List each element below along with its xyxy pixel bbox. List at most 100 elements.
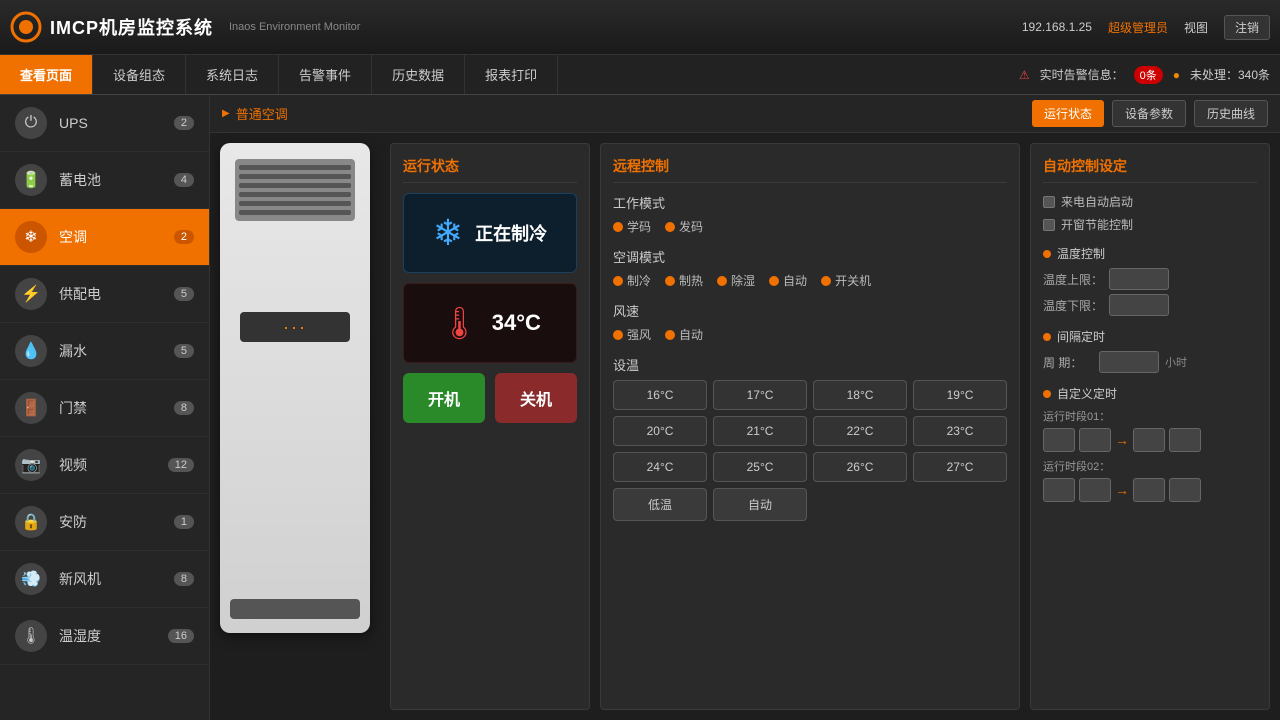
alert-label: 实时告警信息： bbox=[1040, 66, 1124, 83]
sidebar-item-fan[interactable]: 💨 新风机 8 bbox=[0, 551, 209, 608]
period01-m1[interactable] bbox=[1079, 428, 1111, 452]
work-mode-section: 工作模式 学码 发码 bbox=[613, 193, 1007, 235]
ac-mode-4[interactable]: 开关机 bbox=[821, 272, 871, 289]
snowflake-icon: ❄ bbox=[433, 212, 463, 254]
history-curve-button[interactable]: 历史曲线 bbox=[1194, 100, 1268, 127]
temp-btn-18[interactable]: 18°C bbox=[813, 380, 907, 410]
r3 bbox=[769, 276, 779, 286]
wind-label-1: 自动 bbox=[679, 326, 703, 343]
period02-h2[interactable] bbox=[1133, 478, 1165, 502]
r1 bbox=[665, 276, 675, 286]
temp-btn-21[interactable]: 21°C bbox=[713, 416, 807, 446]
period02-m1[interactable] bbox=[1079, 478, 1111, 502]
arrow-icon-2: → bbox=[1115, 482, 1129, 498]
sidebar-item-temp[interactable]: 🌡 温湿度 16 bbox=[0, 608, 209, 665]
wind-option-0[interactable]: 强风 bbox=[613, 326, 651, 343]
period02-m2[interactable] bbox=[1169, 478, 1201, 502]
sidebar-item-water[interactable]: 💧 漏水 5 bbox=[0, 323, 209, 380]
nav-item-alarm[interactable]: 告警事件 bbox=[279, 55, 372, 94]
temp-icon: 🌡 bbox=[15, 620, 47, 652]
device-params-button[interactable]: 设备参数 bbox=[1112, 100, 1186, 127]
logo-area: IMCP机房监控系统 Inaos Environment Monitor bbox=[10, 11, 360, 43]
work-mode-option-0[interactable]: 学码 bbox=[613, 218, 651, 235]
temp-btn-23[interactable]: 23°C bbox=[913, 416, 1007, 446]
alert-count: 0条 bbox=[1134, 66, 1163, 84]
nav-item-report[interactable]: 报表打印 bbox=[465, 55, 558, 94]
ac-mode-3[interactable]: 自动 bbox=[769, 272, 807, 289]
temp-status-box: 🌡 34°C bbox=[403, 283, 577, 363]
temp-btn-25[interactable]: 25°C bbox=[713, 452, 807, 482]
temp-upper-input[interactable] bbox=[1109, 268, 1169, 290]
period01-label: 运行时段01： bbox=[1043, 408, 1257, 424]
timer-period-input[interactable] bbox=[1099, 351, 1159, 373]
sidebar-item-security[interactable]: 🔒 安防 1 bbox=[0, 494, 209, 551]
temp-btn-low[interactable]: 低温 bbox=[613, 488, 707, 521]
user-display[interactable]: 超级管理员 bbox=[1108, 19, 1168, 36]
logout-button[interactable]: 注销 bbox=[1224, 15, 1270, 40]
temp-btn-27[interactable]: 27°C bbox=[913, 452, 1007, 482]
sidebar-count-ac: 2 bbox=[174, 230, 194, 244]
temp-btn-19[interactable]: 19°C bbox=[913, 380, 1007, 410]
temp-btn-17[interactable]: 17°C bbox=[713, 380, 807, 410]
temp-control-label: 温度控制 bbox=[1057, 245, 1105, 262]
period01-m2[interactable] bbox=[1169, 428, 1201, 452]
temp-btn-26[interactable]: 26°C bbox=[813, 452, 907, 482]
sidebar-item-door[interactable]: 🚪 门禁 8 bbox=[0, 380, 209, 437]
temp-btn-auto[interactable]: 自动 bbox=[713, 488, 807, 521]
run-status-button[interactable]: 运行状态 bbox=[1032, 100, 1104, 127]
ac-visual: ··· bbox=[220, 143, 380, 710]
app-title: IMCP机房监控系统 bbox=[50, 14, 213, 40]
vent-line-4 bbox=[239, 192, 351, 197]
checkbox-window-energy[interactable]: 开窗节能控制 bbox=[1043, 216, 1257, 233]
ac-mode-1[interactable]: 制热 bbox=[665, 272, 703, 289]
temp-control-section: 温度控制 温度上限： 温度下限： bbox=[1043, 245, 1257, 316]
content: 普通空调 运行状态 设备参数 历史曲线 bbox=[210, 95, 1280, 720]
nav-item-device[interactable]: 设备组态 bbox=[93, 55, 186, 94]
ac-display-text: ··· bbox=[283, 317, 307, 338]
app-subtitle: Inaos Environment Monitor bbox=[229, 21, 360, 33]
temp-lower-row: 温度下限： bbox=[1043, 294, 1257, 316]
sidebar-item-ups[interactable]: ⏻ UPS 2 bbox=[0, 95, 209, 152]
temp-lower-label: 温度下限： bbox=[1043, 297, 1103, 314]
temp-upper-label: 温度上限： bbox=[1043, 271, 1103, 288]
power-on-button[interactable]: 开机 bbox=[403, 373, 485, 423]
temp-lower-input[interactable] bbox=[1109, 294, 1169, 316]
wind-option-1[interactable]: 自动 bbox=[665, 326, 703, 343]
sidebar-item-battery[interactable]: 🔋 蓄电池 4 bbox=[0, 152, 209, 209]
temp-btn-24[interactable]: 24°C bbox=[613, 452, 707, 482]
sidebar-item-video[interactable]: 📷 视频 12 bbox=[0, 437, 209, 494]
sidebar: ⏻ UPS 2 🔋 蓄电池 4 ❄ 空调 2 ⚡ 供配电 5 💧 漏水 5 🚪 … bbox=[0, 95, 210, 720]
period01-h1[interactable] bbox=[1043, 428, 1075, 452]
temp-btn-20[interactable]: 20°C bbox=[613, 416, 707, 446]
version-display[interactable]: 视图 bbox=[1184, 19, 1208, 36]
ac-mode-0[interactable]: 制冷 bbox=[613, 272, 651, 289]
nav-item-view[interactable]: 查看页面 bbox=[0, 55, 93, 94]
panels: ··· 运行状态 ❄ 正在制冷 🌡 34°C 开机 bbox=[210, 133, 1280, 720]
auto-panel-title: 自动控制设定 bbox=[1043, 156, 1257, 183]
sidebar-count-battery: 4 bbox=[174, 173, 194, 187]
power-off-button[interactable]: 关机 bbox=[495, 373, 577, 423]
sidebar-count-security: 1 bbox=[174, 515, 194, 529]
ac-vents bbox=[235, 159, 355, 221]
period02-h1[interactable] bbox=[1043, 478, 1075, 502]
video-icon: 📷 bbox=[15, 449, 47, 481]
self-timer-label: 自定义定时 bbox=[1057, 385, 1117, 402]
work-mode-group: 学码 发码 bbox=[613, 218, 1007, 235]
nav-item-history[interactable]: 历史数据 bbox=[372, 55, 465, 94]
content-header: 普通空调 运行状态 设备参数 历史曲线 bbox=[210, 95, 1280, 133]
temp-btn-16[interactable]: 16°C bbox=[613, 380, 707, 410]
ac-mode-2[interactable]: 除湿 bbox=[717, 272, 755, 289]
checkbox-power-auto[interactable]: 来电自动启动 bbox=[1043, 193, 1257, 210]
nav-item-syslog[interactable]: 系统日志 bbox=[186, 55, 279, 94]
set-temp-section: 设温 16°C 17°C 18°C 19°C 20°C 21°C 22°C 23… bbox=[613, 355, 1007, 521]
r0 bbox=[613, 276, 623, 286]
temp-btn-22[interactable]: 22°C bbox=[813, 416, 907, 446]
timer-label: 间隔定时 bbox=[1057, 328, 1105, 345]
ac-mode-group: 制冷 制热 除湿 自动 开关机 bbox=[613, 272, 1007, 289]
wind-label-0: 强风 bbox=[627, 326, 651, 343]
period01-h2[interactable] bbox=[1133, 428, 1165, 452]
vent-line-1 bbox=[239, 165, 351, 170]
sidebar-item-ac[interactable]: ❄ 空调 2 bbox=[0, 209, 209, 266]
sidebar-item-power[interactable]: ⚡ 供配电 5 bbox=[0, 266, 209, 323]
work-mode-option-1[interactable]: 发码 bbox=[665, 218, 703, 235]
